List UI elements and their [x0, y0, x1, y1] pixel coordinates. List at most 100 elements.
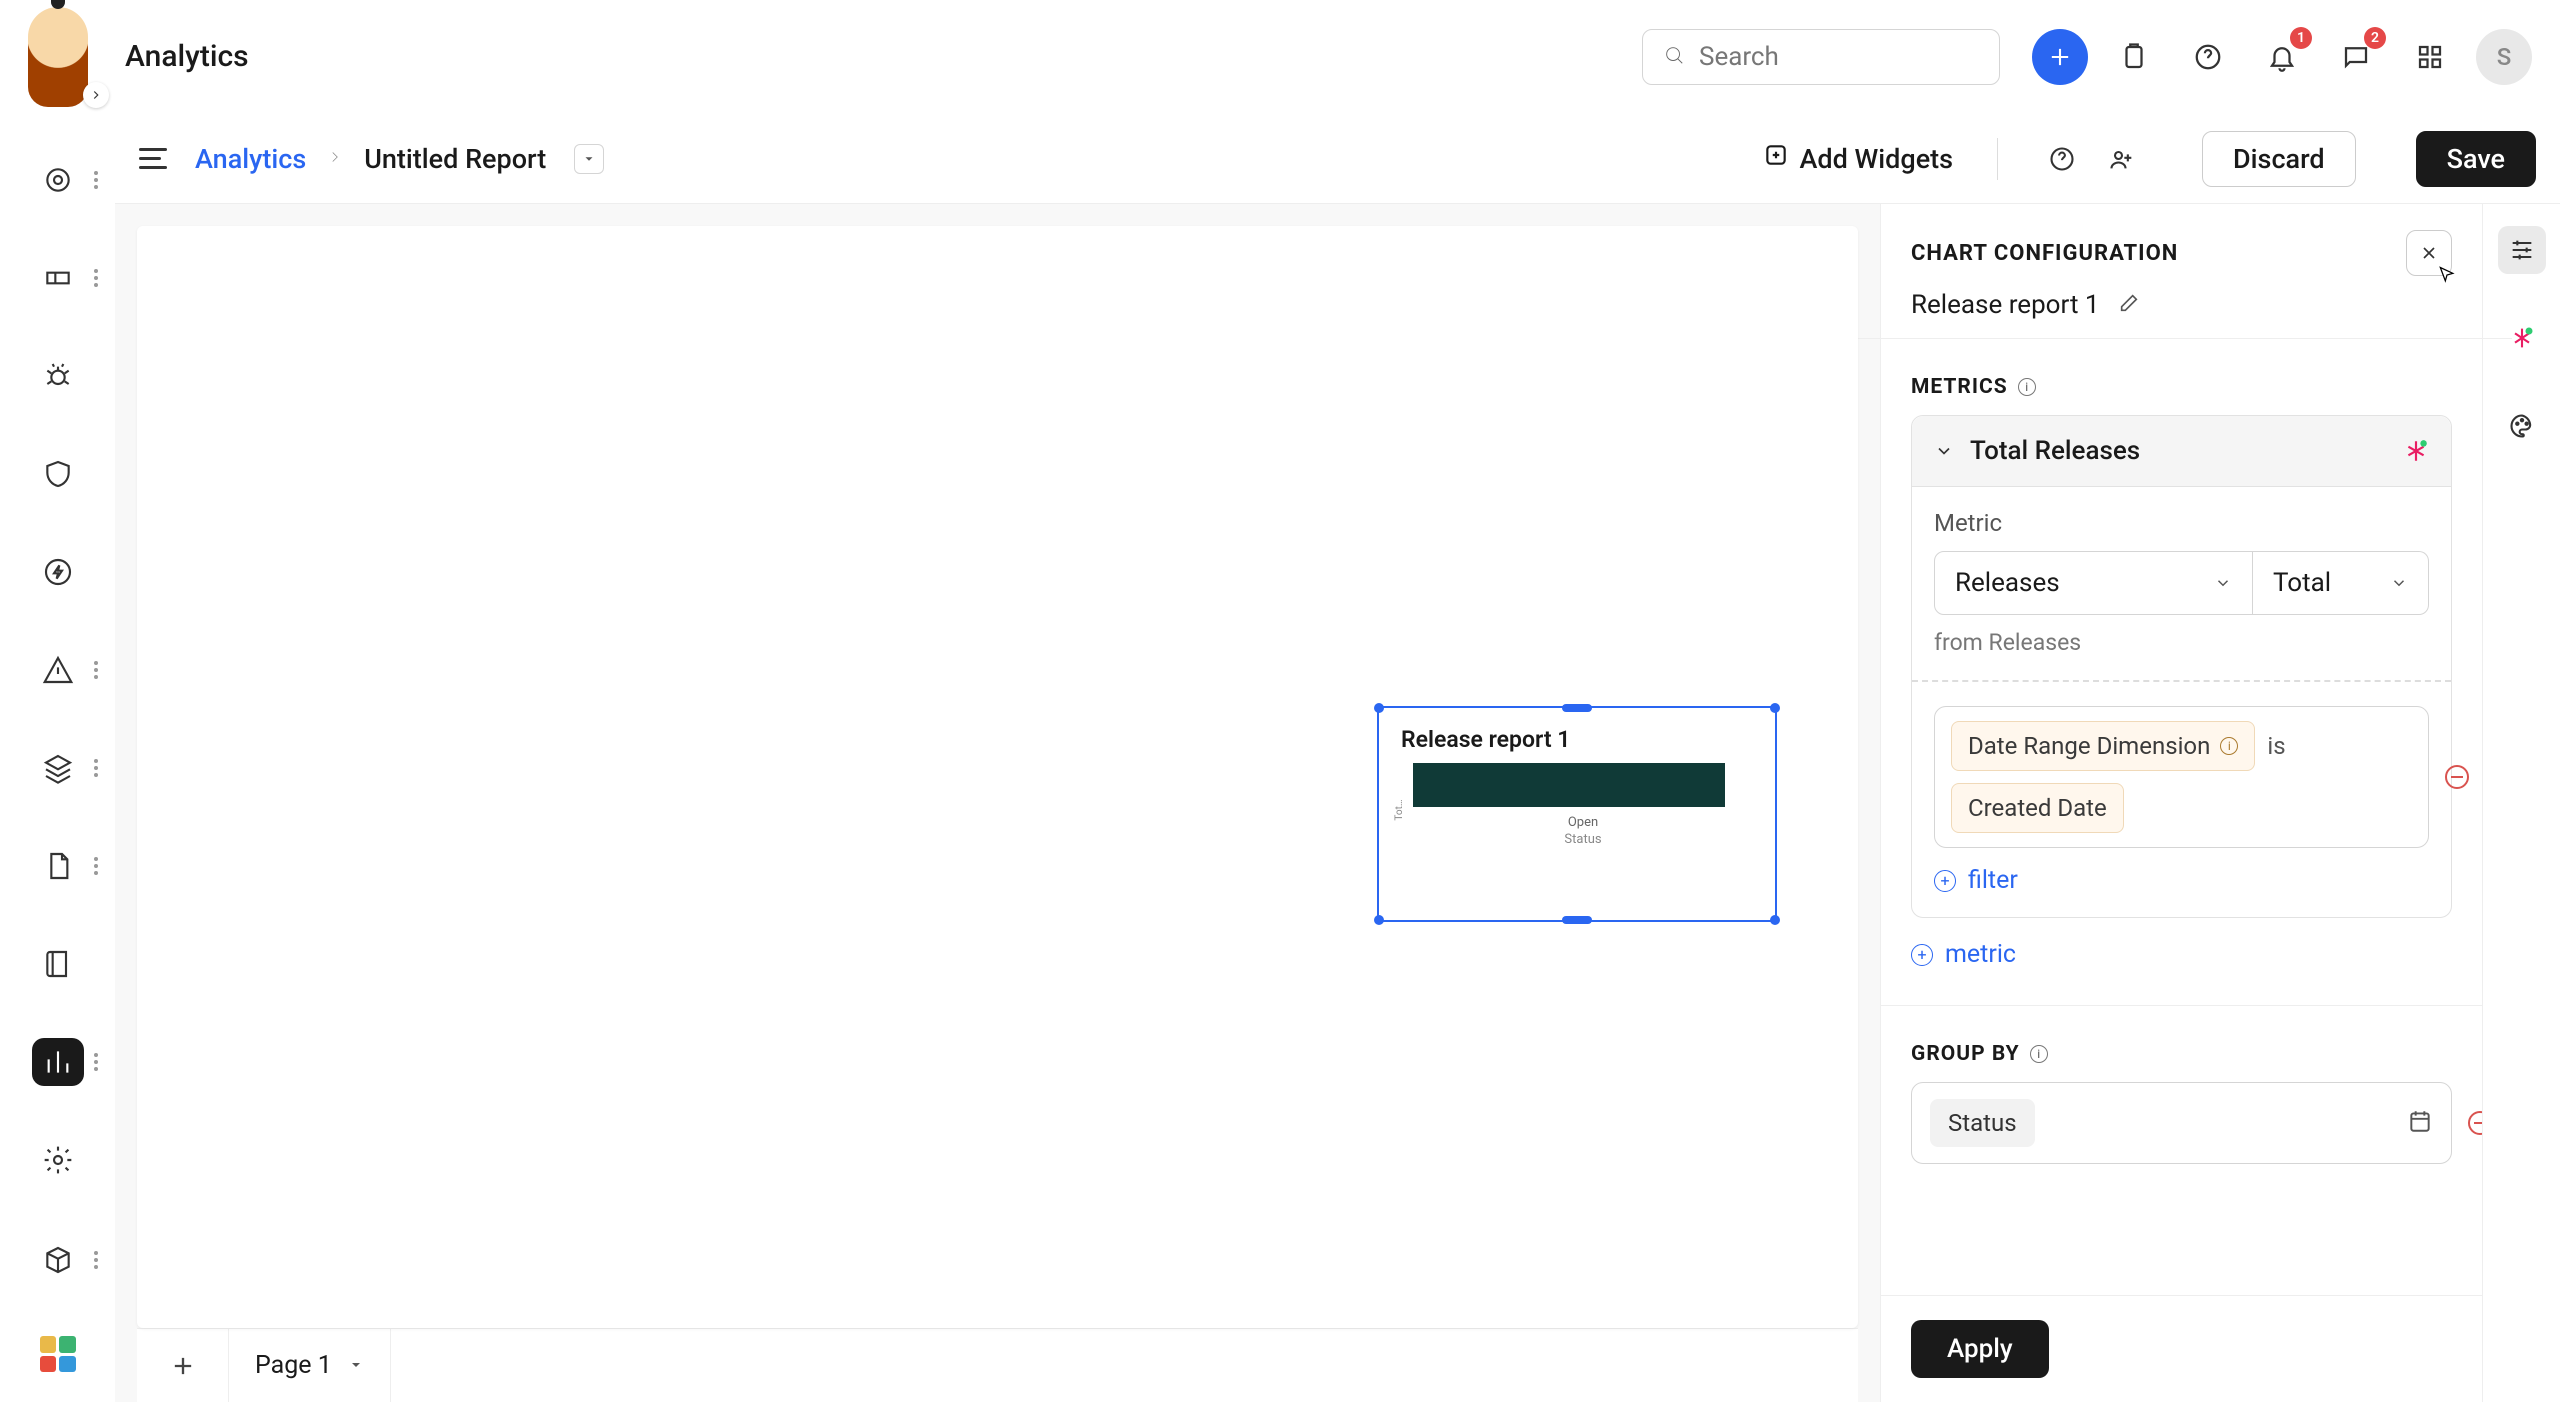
nav-layers-icon[interactable]: [32, 744, 84, 792]
widget-release-report[interactable]: Release report 1 Tot… Open Status: [1377, 706, 1777, 922]
right-config-panel: CHART CONFIGURATION Release report 1: [1880, 204, 2560, 1402]
chevron-down-icon: [348, 1351, 364, 1380]
chevron-down-icon: [2214, 574, 2232, 592]
nav-ticket-icon[interactable]: [32, 254, 84, 302]
expand-sidebar-button[interactable]: [83, 82, 109, 108]
page-tab-label: Page 1: [255, 1351, 332, 1380]
chip-label: Created Date: [1968, 794, 2107, 822]
resize-handle[interactable]: [1770, 915, 1780, 925]
page-title: Analytics: [125, 39, 249, 74]
chip-label: Date Range Dimension: [1968, 732, 2210, 760]
toolbar-help-icon[interactable]: [2042, 139, 2082, 179]
add-widgets-button[interactable]: Add Widgets: [1763, 142, 1953, 175]
chart-name: Release report 1: [1911, 290, 2100, 320]
aggregation-select-value: Total: [2273, 568, 2331, 598]
plus-circle-icon: +: [1911, 944, 1933, 966]
global-add-button[interactable]: [2032, 29, 2088, 85]
global-search[interactable]: [1642, 29, 2000, 85]
search-icon: [1663, 44, 1685, 70]
metric-card-title: Total Releases: [1970, 436, 2387, 466]
chart-ylabel: Tot…: [1394, 799, 1405, 820]
add-filter-link[interactable]: + filter: [1934, 866, 2429, 895]
breadcrumb-toolbar: Analytics Untitled Report Add Widgets Di…: [115, 114, 2560, 204]
info-icon[interactable]: i: [2018, 378, 2036, 396]
chart-xlabel: Status: [1413, 832, 1753, 847]
groupby-field[interactable]: Status: [1911, 1082, 2452, 1164]
tool-sliders-icon[interactable]: [2498, 226, 2546, 274]
nav-package-icon[interactable]: [32, 1234, 84, 1286]
filter-chip-date-range[interactable]: Date Range Dimension i: [1951, 721, 2255, 771]
groupby-chip[interactable]: Status: [1930, 1099, 2035, 1147]
panel-title: CHART CONFIGURATION: [1911, 241, 2178, 266]
close-panel-button[interactable]: [2406, 230, 2452, 276]
metric-card-header[interactable]: Total Releases: [1912, 416, 2451, 487]
breadcrumb-root-link[interactable]: Analytics: [195, 143, 306, 175]
metric-field-label: Metric: [1934, 509, 2429, 537]
add-page-button[interactable]: [137, 1329, 229, 1402]
discard-button[interactable]: Discard: [2202, 131, 2356, 187]
info-icon[interactable]: i: [2220, 737, 2238, 755]
nav-analytics-icon[interactable]: [32, 1038, 84, 1086]
add-widgets-label: Add Widgets: [1799, 143, 1953, 175]
resize-handle[interactable]: [1374, 915, 1384, 925]
nav-bolt-icon[interactable]: [32, 548, 84, 596]
resize-handle[interactable]: [1562, 916, 1592, 924]
nav-book-icon[interactable]: [32, 940, 84, 988]
nav-target-icon[interactable]: [32, 156, 84, 204]
chevron-right-icon: [326, 148, 344, 170]
metric-card: Total Releases Metric Releases: [1911, 415, 2452, 918]
page-tabs: Page 1: [137, 1328, 1858, 1402]
nav-bug-icon[interactable]: [32, 352, 84, 400]
resize-handle[interactable]: [1374, 703, 1384, 713]
metric-select[interactable]: Releases: [1934, 551, 2253, 615]
info-icon[interactable]: i: [2030, 1045, 2048, 1063]
tool-sparkle-icon[interactable]: [2498, 314, 2546, 362]
aggregation-select[interactable]: Total: [2253, 551, 2429, 615]
nav-alert-icon[interactable]: [32, 646, 84, 694]
calendar-icon[interactable]: [2407, 1108, 2433, 1138]
cursor-icon: [2437, 265, 2457, 285]
left-nav-rail: [0, 114, 115, 1402]
resize-handle[interactable]: [1562, 704, 1592, 712]
search-input[interactable]: [1699, 42, 2033, 72]
tool-palette-icon[interactable]: [2498, 402, 2546, 450]
canvas-wrap: Release report 1 Tot… Open Status: [115, 204, 1880, 1402]
hamburger-menu-icon[interactable]: [139, 141, 175, 177]
share-users-icon[interactable]: [2102, 139, 2142, 179]
sparkle-icon: [2403, 438, 2429, 464]
apply-button[interactable]: Apply: [1911, 1320, 2049, 1378]
zoho-logo-icon[interactable]: [40, 1336, 76, 1372]
user-avatar[interactable]: S: [2476, 29, 2532, 85]
widget-chart: Tot… Open Status: [1379, 763, 1775, 857]
report-canvas[interactable]: Release report 1 Tot… Open Status: [137, 226, 1858, 1328]
notifications-bell-icon[interactable]: 1: [2254, 29, 2310, 85]
chart-bar: [1413, 763, 1725, 807]
save-button[interactable]: Save: [2416, 131, 2536, 187]
page-tab-1[interactable]: Page 1: [229, 1329, 391, 1402]
nav-shield-icon[interactable]: [32, 450, 84, 498]
nav-doc-icon[interactable]: [32, 842, 84, 890]
edit-name-icon[interactable]: [2118, 292, 2140, 318]
plus-square-icon: [1763, 142, 1789, 175]
help-icon[interactable]: [2180, 29, 2236, 85]
clipboard-icon[interactable]: [2106, 29, 2162, 85]
add-metric-link[interactable]: + metric: [1911, 940, 2452, 969]
filter-chip-created-date[interactable]: Created Date: [1951, 783, 2124, 833]
top-header: Analytics 1 2 S: [0, 0, 2560, 114]
nav-settings-icon[interactable]: [32, 1136, 84, 1184]
divider: [1997, 138, 1998, 180]
remove-groupby-button[interactable]: [2468, 1111, 2482, 1135]
plus-circle-icon: +: [1934, 870, 1956, 892]
report-dropdown-button[interactable]: [574, 144, 604, 174]
remove-filter-button[interactable]: [2445, 765, 2469, 789]
filter-is-text: is: [2267, 732, 2285, 760]
add-metric-label: metric: [1945, 940, 2016, 969]
apps-icon[interactable]: [2402, 29, 2458, 85]
badge-bell: 1: [2290, 27, 2312, 49]
add-filter-label: filter: [1968, 866, 2018, 895]
chat-icon[interactable]: 2: [2328, 29, 2384, 85]
divider: [1881, 1005, 2482, 1006]
brand-avatar[interactable]: [0, 0, 115, 114]
resize-handle[interactable]: [1770, 703, 1780, 713]
filter-box: Date Range Dimension i is Cr: [1934, 706, 2429, 848]
